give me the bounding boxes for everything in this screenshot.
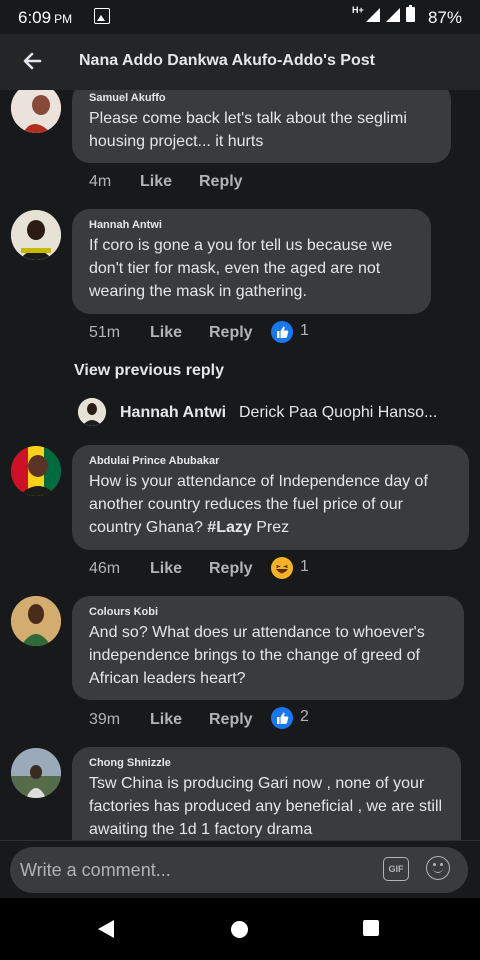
like-reaction-icon[interactable] xyxy=(271,321,293,343)
nav-home-icon[interactable] xyxy=(231,921,248,938)
haha-reaction-icon[interactable] xyxy=(271,557,293,579)
avatar[interactable] xyxy=(11,90,61,133)
like-button[interactable]: Like xyxy=(150,560,182,578)
avatar[interactable] xyxy=(11,748,61,798)
comment-time: 4m xyxy=(89,173,112,190)
reaction-count[interactable]: 1 xyxy=(300,322,309,340)
reply-text: Derick Paa Quophi Hanso... xyxy=(239,404,438,421)
emoji-icon[interactable] xyxy=(426,856,450,880)
comment-bubble[interactable]: Colours Kobi And so? What does ur attend… xyxy=(72,596,464,700)
network-type: H+ xyxy=(352,5,364,15)
comment-bubble[interactable]: Chong Shnizzle Tsw China is producing Ga… xyxy=(72,747,461,840)
like-button[interactable]: Like xyxy=(150,711,182,729)
comment-bubble[interactable]: Hannah Antwi If coro is gone a you for t… xyxy=(72,209,431,314)
hashtag-link[interactable]: #Lazy xyxy=(207,519,251,536)
reply-button[interactable]: Reply xyxy=(199,173,243,191)
avatar[interactable] xyxy=(11,210,61,260)
comment-author[interactable]: Abdulai Prince Abubakar xyxy=(89,455,453,467)
reply-button[interactable]: Reply xyxy=(209,711,253,729)
page-title: Nana Addo Dankwa Akufo-Addo's Post xyxy=(79,52,375,69)
like-button[interactable]: Like xyxy=(150,324,182,342)
comment-text: If coro is gone a you for tell us becaus… xyxy=(89,237,393,300)
reply-author[interactable]: Hannah Antwi xyxy=(120,404,226,422)
reaction-count[interactable]: 1 xyxy=(300,558,309,576)
like-reaction-icon[interactable] xyxy=(271,707,293,729)
comment-actions: 4m Like Reply xyxy=(89,173,469,195)
reply-avatar[interactable] xyxy=(78,398,106,426)
comment-bubble[interactable]: Abdulai Prince Abubakar How is your atte… xyxy=(72,445,469,550)
signal-icon xyxy=(366,8,380,22)
comment-author[interactable]: Colours Kobi xyxy=(89,606,448,618)
nav-recents-icon[interactable] xyxy=(363,920,379,936)
comments-feed[interactable]: Samuel Akuffo Please come back let's tal… xyxy=(0,90,480,840)
comment-author[interactable]: Hannah Antwi xyxy=(89,219,415,231)
avatar[interactable] xyxy=(11,596,61,646)
signal-icon-2 xyxy=(386,8,400,22)
like-button[interactable]: Like xyxy=(140,173,172,191)
system-nav-bar xyxy=(0,898,480,960)
battery-percent: 87% xyxy=(428,8,463,27)
comment-text: Please come back let's talk about the se… xyxy=(89,110,407,150)
status-time: 6:09 PM xyxy=(18,8,73,27)
gif-button[interactable]: GIF xyxy=(383,857,409,881)
comment-time: 46m xyxy=(89,560,121,577)
status-bar: 6:09 PM H+ 87% xyxy=(0,0,480,34)
comment-text: And so? What does ur attendance to whoev… xyxy=(89,624,425,687)
nav-back-icon[interactable] xyxy=(98,920,114,938)
comment-author[interactable]: Chong Shnizzle xyxy=(89,757,445,769)
back-arrow-icon[interactable] xyxy=(20,49,44,73)
comment-composer: Write a comment... GIF xyxy=(0,840,480,899)
comment-author[interactable]: Samuel Akuffo xyxy=(89,92,435,104)
view-previous-reply-link[interactable]: View previous reply xyxy=(74,362,224,380)
post-header: Nana Addo Dankwa Akufo-Addo's Post xyxy=(0,34,480,90)
image-notification-icon xyxy=(94,8,110,24)
reaction-count[interactable]: 2 xyxy=(300,708,309,726)
comment-text: How is your attendance of Independence d… xyxy=(89,473,428,536)
reply-button[interactable]: Reply xyxy=(209,324,253,342)
comment-text: Tsw China is producing Gari now , none o… xyxy=(89,775,443,838)
comment-time: 51m xyxy=(89,324,121,341)
comment-placeholder[interactable]: Write a comment... xyxy=(20,860,171,881)
reply-preview[interactable]: Hannah Antwi Derick Paa Quophi Hanso... xyxy=(78,398,458,428)
comment-bubble[interactable]: Samuel Akuffo Please come back let's tal… xyxy=(72,90,451,163)
avatar[interactable] xyxy=(11,446,61,496)
comment-time: 39m xyxy=(89,711,121,728)
battery-icon xyxy=(406,5,415,22)
reply-button[interactable]: Reply xyxy=(209,560,253,578)
